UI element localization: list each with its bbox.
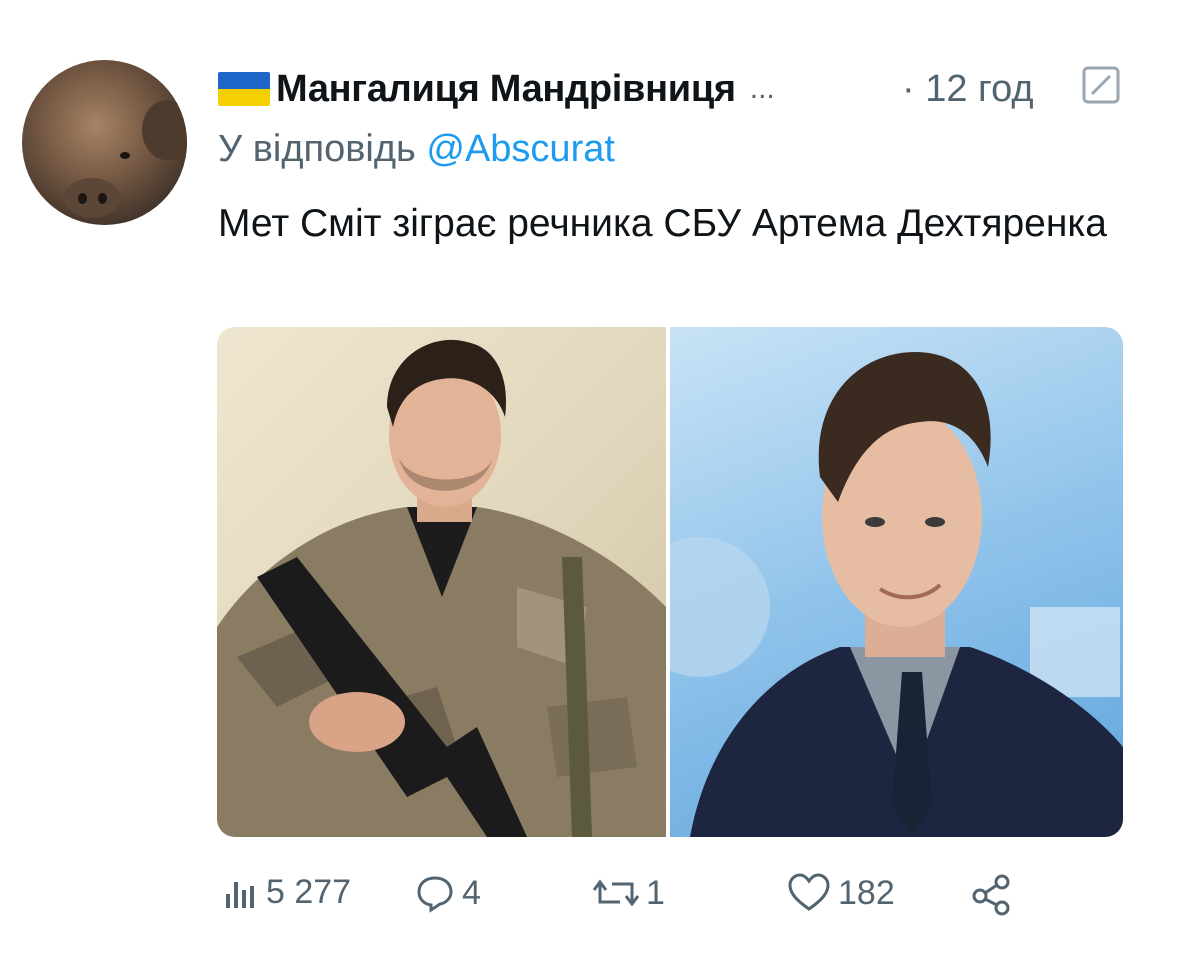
pig-snout-shape <box>64 178 120 218</box>
grok-icon[interactable] <box>1078 62 1124 108</box>
photo-soldier[interactable] <box>217 327 666 837</box>
pig-ear-shape <box>142 100 187 160</box>
retweet-count: 1 <box>646 873 665 912</box>
retweet-icon <box>592 879 640 907</box>
reply-count: 4 <box>462 873 481 912</box>
tweet-header: Мангалиця Мандрівниця ... <box>218 64 775 114</box>
tweet-text: Мет Сміт зіграє речника СБУ Артема Дехтя… <box>218 202 1108 245</box>
views-button[interactable]: 5 277 <box>220 872 351 912</box>
ukraine-flag-icon <box>218 72 270 106</box>
reply-icon <box>417 876 453 913</box>
views-count: 5 277 <box>266 872 352 911</box>
pig-eye-shape <box>120 152 130 159</box>
soldier-illustration <box>217 339 666 837</box>
pig-nostril-shape <box>78 193 87 204</box>
like-button[interactable]: 182 <box>786 872 895 914</box>
display-name[interactable]: Мангалиця Мандрівниця <box>276 68 736 111</box>
share-button[interactable] <box>968 872 1020 918</box>
avatar[interactable] <box>22 60 187 225</box>
name-ellipsis: ... <box>749 72 775 105</box>
share-icon <box>972 874 1010 916</box>
photo-actor[interactable] <box>670 327 1123 837</box>
reply-button[interactable]: 4 <box>414 872 481 914</box>
reply-context: У відповідь @Abscurat <box>218 128 615 171</box>
reply-handle-link[interactable]: @Abscurat <box>426 128 615 170</box>
views-icon <box>226 882 254 908</box>
actor-illustration <box>670 352 1123 837</box>
reply-prefix: У відповідь <box>218 128 416 170</box>
tweet-media[interactable] <box>217 327 1123 837</box>
tweet-actions: 5 277 4 1 182 <box>0 872 1200 932</box>
pig-nostril-shape <box>98 193 107 204</box>
like-count: 182 <box>838 873 895 912</box>
retweet-button[interactable]: 1 <box>592 872 665 914</box>
like-icon <box>788 873 830 911</box>
tweet-timestamp[interactable]: · 12 год <box>902 68 1034 111</box>
